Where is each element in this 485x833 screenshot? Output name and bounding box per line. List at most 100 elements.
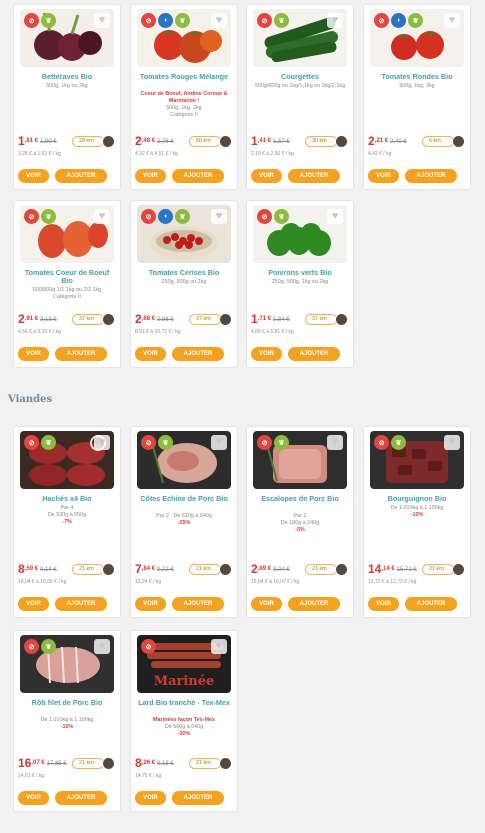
favorite-heart-icon[interactable]: ♥ (211, 209, 227, 224)
voir-button[interactable]: VOIR (251, 597, 282, 611)
voir-button[interactable]: VOIR (251, 169, 282, 183)
favorite-heart-icon[interactable]: ♥ (327, 13, 343, 28)
product-name[interactable]: Poivrons verts Bio (251, 269, 349, 277)
favorite-heart-icon[interactable]: ♥ (94, 13, 110, 28)
product-sub1: Marinées façon Tex-Mex (153, 717, 215, 723)
product-sub1: 500g, 1kg ou 2kg (46, 83, 88, 89)
old-price: 2,40 € (390, 139, 407, 145)
add-to-cart-button[interactable]: AJOUTER (55, 597, 107, 611)
product-card[interactable]: ⊘ ❦ ♥ Courgettes 500g/600g ou 1kg/1,1kg ou 2… (246, 4, 354, 190)
add-to-cart-button[interactable]: AJOUTER (172, 791, 224, 805)
product-card[interactable]: ⊘ ❦ ♥ Côtes Echine de Porc Bio Par 2 : De 61… (130, 426, 238, 618)
producer-avatar[interactable] (452, 563, 465, 576)
producer-avatar[interactable] (335, 563, 348, 576)
no-pesticide-icon: ⊘ (374, 13, 389, 28)
voir-button[interactable]: VOIR (251, 347, 282, 361)
price-integer: 1 (251, 134, 258, 148)
product-badges: ⊘ ❦ (24, 435, 56, 450)
favorite-heart-icon[interactable]: ♥ (211, 639, 227, 654)
distance-badge: 21 km (189, 564, 221, 575)
producer-avatar[interactable] (452, 135, 465, 148)
favorite-heart-icon[interactable]: ♥ (444, 13, 460, 28)
add-to-cart-button[interactable]: AJOUTER (172, 597, 224, 611)
favorite-heart-icon[interactable]: ♥ (211, 13, 227, 28)
voir-button[interactable]: VOIR (135, 597, 166, 611)
product-name[interactable]: Tomates Rouges Mélange (135, 73, 233, 81)
product-name[interactable]: Côtes Echine de Porc Bio (135, 495, 233, 503)
voir-button[interactable]: VOIR (135, 791, 166, 805)
favorite-heart-icon[interactable]: ♥ (94, 639, 110, 654)
product-name[interactable]: Betteraves Bio (18, 73, 116, 81)
no-pesticide-icon: ⊘ (24, 13, 39, 28)
product-card[interactable]: ⊘ ❦ ♥ Betteraves Bio 500g, 1kg ou 2kg 1,81 €1… (13, 4, 121, 190)
product-name[interactable]: Tomates Rondes Bio (368, 73, 466, 81)
local-producer-icon: ◖ (391, 13, 406, 28)
old-price: 1,57 € (273, 139, 290, 145)
product-card[interactable]: ⊘ ❦ ♥ Rôti filet de Porc Bio De 1.010kg à 1.… (13, 630, 121, 812)
product-card[interactable]: ⊘ ❦ ♥ Hachés x4 Bio Par 4 De 530g à 550g -7% 8,… (13, 426, 121, 618)
producer-avatar[interactable] (219, 135, 232, 148)
add-to-cart-button[interactable]: AJOUTER (172, 347, 224, 361)
product-card[interactable]: ⊘ ◖ ❦ ♥ Tomates Cerises Bio 250g, 500g ou 2kg… (130, 200, 238, 368)
favorite-heart-icon[interactable]: ♥ (94, 209, 110, 224)
producer-avatar[interactable] (102, 563, 115, 576)
product-card[interactable]: ⊘ ◖ ❦ ♥ Tomates Rondes Bio 500g, 1kg, 2kg 2,21… (363, 4, 471, 190)
add-to-cart-button[interactable]: AJOUTER (405, 597, 457, 611)
price-per-kg: 13,72 € à 12,72 € / kg (368, 579, 417, 585)
price-integer: 8 (18, 562, 25, 576)
old-price: 15,71 € (396, 567, 417, 573)
add-to-cart-button[interactable]: AJOUTER (288, 169, 340, 183)
voir-button[interactable]: VOIR (18, 597, 49, 611)
product-name[interactable]: Hachés x4 Bio (18, 495, 116, 503)
favorite-heart-icon[interactable]: ♥ (327, 209, 343, 224)
voir-button[interactable]: VOIR (135, 169, 166, 183)
organic-leaf-icon: ❦ (158, 435, 173, 450)
product-card[interactable]: ⊘ ◖ ❦ ♥ Tomates Rouges Mélange Coeur de Boeuf… (130, 4, 238, 190)
producer-avatar[interactable] (335, 135, 348, 148)
voir-button[interactable]: VOIR (135, 347, 166, 361)
add-to-cart-button[interactable]: AJOUTER (288, 597, 340, 611)
add-to-cart-button[interactable]: AJOUTER (172, 169, 224, 183)
voir-button[interactable]: VOIR (368, 597, 399, 611)
producer-avatar[interactable] (219, 563, 232, 576)
product-card[interactable]: ⊘ ❦ ♥ Escalopes de Porc Bio Par 2 De 180g à 2… (246, 426, 354, 618)
producer-avatar[interactable] (219, 313, 232, 326)
producer-avatar[interactable] (335, 313, 348, 326)
voir-button[interactable]: VOIR (18, 791, 49, 805)
product-name[interactable]: Escalopes de Porc Bio (251, 495, 349, 503)
producer-avatar[interactable] (219, 757, 232, 770)
add-to-cart-button[interactable]: AJOUTER (288, 347, 340, 361)
product-badges: ⊘ ◖ ❦ (141, 13, 190, 28)
favorite-heart-icon[interactable]: ♥ (94, 435, 110, 450)
product-name[interactable]: Courgettes (251, 73, 349, 81)
product-name[interactable]: Lard Bio tranché - Tex-Mex (135, 699, 233, 707)
favorite-heart-icon[interactable]: ♥ (211, 435, 227, 450)
add-to-cart-button[interactable]: AJOUTER (405, 169, 457, 183)
product-badges: ⊘ ❦ (257, 209, 289, 224)
price-cents: ,48 € (141, 138, 156, 144)
old-price: 3,04 € (273, 567, 290, 573)
product-card[interactable]: ⊘ ❦ ♥ Poivrons verts Bio 250g, 500g, 1kg ou … (246, 200, 354, 368)
add-to-cart-button[interactable]: AJOUTER (55, 347, 107, 361)
add-to-cart-button[interactable]: AJOUTER (55, 169, 107, 183)
product-card[interactable]: ⊘ ❦ ♥ Bourguignon Bio De 1.010kg à 1.100kg -1… (363, 426, 471, 618)
voir-button[interactable]: VOIR (18, 347, 49, 361)
product-name[interactable]: Bourguignon Bio (368, 495, 466, 503)
product-card[interactable]: Marinée ⊘ ♥ Lard Bio tranché - Tex-Mex Marin… (130, 630, 238, 812)
product-price: 2,68 €2,88 € (135, 313, 174, 327)
product-card[interactable]: ⊘ ❦ ♥ Tomates Coeur de Boeuf Bio 500/600g 1/… (13, 200, 121, 368)
favorite-heart-icon[interactable]: ♥ (444, 435, 460, 450)
producer-avatar[interactable] (102, 135, 115, 148)
product-badges: ⊘ ◖ ❦ (141, 209, 190, 224)
voir-button[interactable]: VOIR (18, 169, 49, 183)
product-name[interactable]: Tomates Coeur de Boeuf Bio (18, 269, 116, 285)
product-name[interactable]: Rôti filet de Porc Bio (18, 699, 116, 707)
producer-avatar[interactable] (102, 313, 115, 326)
product-badges: ⊘ ❦ (257, 13, 289, 28)
product-name[interactable]: Tomates Cerises Bio (135, 269, 233, 277)
producer-avatar[interactable] (102, 757, 115, 770)
favorite-heart-icon[interactable]: ♥ (327, 435, 343, 450)
add-to-cart-button[interactable]: AJOUTER (55, 791, 107, 805)
voir-button[interactable]: VOIR (368, 169, 399, 183)
organic-leaf-icon: ❦ (41, 13, 56, 28)
